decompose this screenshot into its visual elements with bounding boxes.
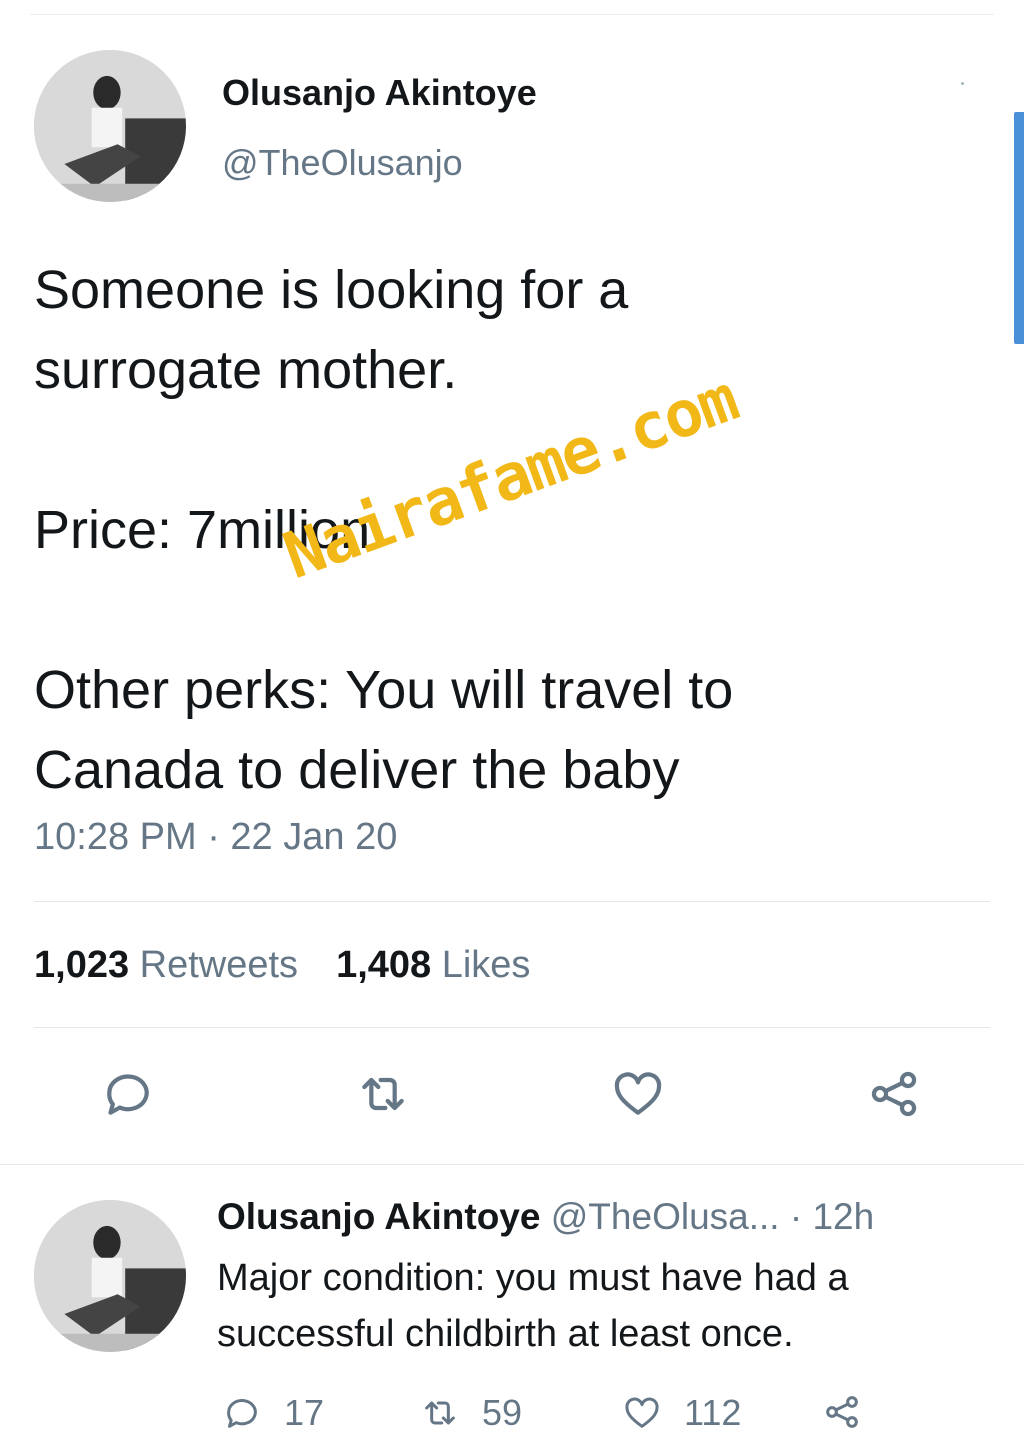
retweet-count: 59 bbox=[482, 1392, 523, 1433]
reply-retweet-button[interactable]: 59 bbox=[420, 1392, 522, 1434]
likes-count: 1,408 bbox=[336, 944, 432, 986]
divider bbox=[34, 901, 990, 902]
likes-label: Likes bbox=[441, 944, 531, 986]
share-button[interactable] bbox=[866, 1066, 922, 1122]
heart-icon bbox=[614, 1072, 662, 1115]
tweet-action-bar bbox=[0, 1066, 1024, 1126]
reply-button[interactable] bbox=[100, 1066, 156, 1122]
reply-reply-button[interactable]: 17 bbox=[222, 1392, 324, 1434]
author-handle[interactable]: @TheOlusanjo bbox=[222, 142, 463, 184]
tweet-line: Other perks: You will travel to bbox=[34, 660, 734, 720]
reply-count: 17 bbox=[284, 1392, 325, 1433]
avatar-photo bbox=[34, 50, 186, 202]
reply-icon bbox=[227, 1399, 257, 1428]
tweet-line: Canada to deliver the baby bbox=[34, 740, 680, 800]
reply-icon bbox=[107, 1074, 149, 1115]
reply-like-button[interactable]: 112 bbox=[622, 1392, 741, 1434]
retweets-label: Retweets bbox=[139, 944, 299, 986]
reply-age: · 12h bbox=[789, 1196, 875, 1237]
divider bbox=[0, 1164, 1024, 1165]
retweets-count: 1,023 bbox=[34, 944, 130, 986]
like-count: 112 bbox=[684, 1392, 742, 1433]
divider bbox=[34, 1027, 990, 1028]
overflow-dot bbox=[961, 82, 964, 85]
share-icon bbox=[871, 1071, 917, 1117]
tweet-timestamp[interactable]: 10:28 PM · 22 Jan 20 bbox=[34, 816, 397, 859]
engagement-stats: 1,023 Retweets 1,408 Likes bbox=[34, 944, 530, 987]
retweet-icon bbox=[425, 1401, 455, 1425]
reply-author-handle[interactable]: @TheOlusa... bbox=[551, 1196, 780, 1237]
reply-action-bar: 17 59 112 bbox=[0, 1392, 1024, 1434]
author-avatar[interactable] bbox=[34, 50, 186, 202]
share-icon bbox=[826, 1396, 858, 1428]
reply-share-button[interactable] bbox=[822, 1392, 862, 1432]
retweets-stat[interactable]: 1,023 Retweets bbox=[34, 944, 298, 986]
reply-text: Major condition: you must have had a suc… bbox=[217, 1257, 849, 1355]
scrollbar-thumb[interactable] bbox=[1014, 112, 1024, 344]
avatar-photo bbox=[34, 1200, 186, 1352]
like-button[interactable] bbox=[610, 1066, 666, 1122]
reply-author-avatar[interactable] bbox=[34, 1200, 186, 1352]
retweet-icon bbox=[362, 1077, 404, 1111]
reply-author-name[interactable]: Olusanjo Akintoye bbox=[217, 1196, 540, 1237]
tweet-line: surrogate mother. bbox=[34, 340, 458, 400]
likes-stat[interactable]: 1,408 Likes bbox=[336, 944, 530, 986]
top-divider bbox=[30, 14, 994, 15]
heart-icon bbox=[625, 1397, 659, 1428]
tweet-line: Someone is looking for a bbox=[34, 260, 629, 320]
retweet-button[interactable] bbox=[355, 1066, 411, 1122]
reply-header: Olusanjo Akintoye @TheOlusa... · 12h bbox=[217, 1196, 874, 1238]
author-name[interactable]: Olusanjo Akintoye bbox=[222, 72, 537, 114]
